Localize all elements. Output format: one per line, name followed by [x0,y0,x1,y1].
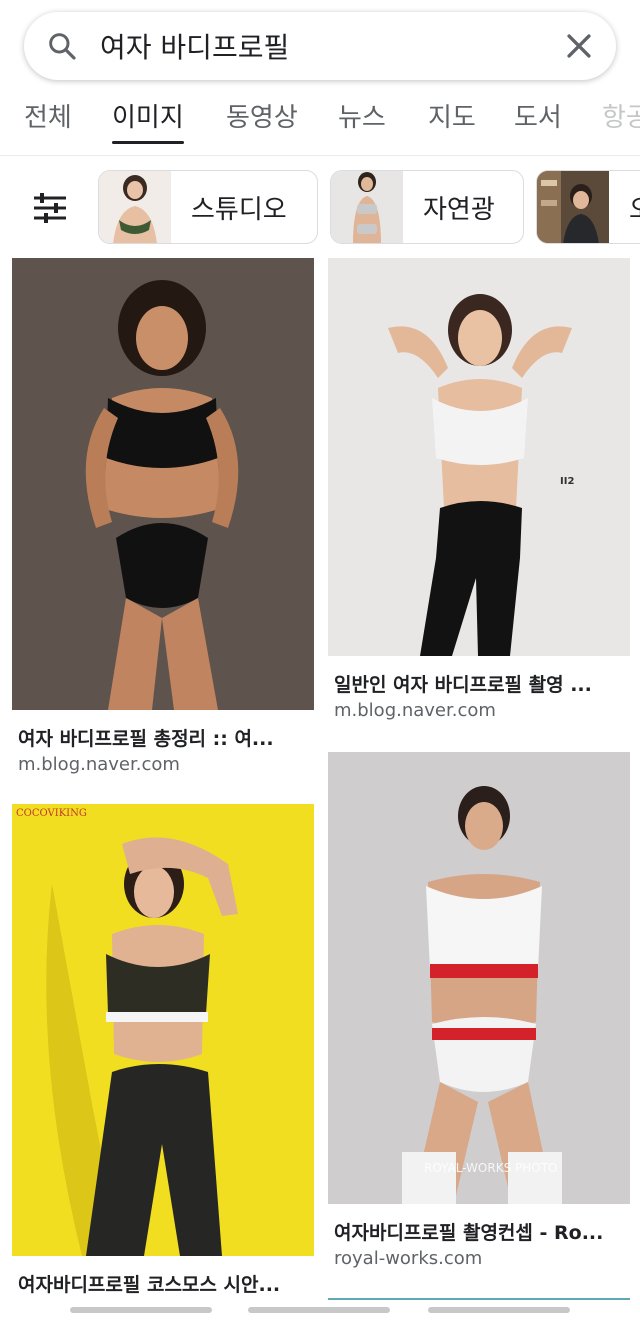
tabs-divider [0,155,640,156]
gesture-handle [248,1307,390,1313]
chip-thumbnail-image [331,171,403,243]
tab-flights[interactable]: 항공 [602,96,640,152]
result-title[interactable]: 여자 바디프로필 총정리 :: 여... [18,724,308,751]
close-icon[interactable] [562,29,596,63]
tab-videos[interactable]: 동영상 [226,96,298,152]
result-title[interactable]: 여자바디프로필 촬영컨셉 - Ro... [334,1218,626,1245]
tab-maps[interactable]: 지도 [428,96,476,152]
chip-label: 스튜디오 [191,194,287,225]
chip-thumbnail-image [99,171,171,243]
chip-natural-light[interactable]: 자연광 [330,170,524,244]
result-source: m.blog.naver.com [18,754,180,775]
result-source: royal-works.com [334,1248,483,1269]
gesture-handle [428,1307,570,1313]
watermark-brand: COCOVIKING [16,808,87,819]
watermark-logo: II2 [560,476,574,487]
result-image[interactable]: COCOVIKING [12,804,314,1256]
image-search-page: 전체 이미지 동영상 뉴스 지도 도서 항공 스튜디오 [0,0,640,1323]
search-input[interactable] [100,29,562,63]
tune-icon[interactable] [32,192,68,224]
chip-thumbnail-image [537,171,609,243]
result-title[interactable]: 여자바디프로필 코스모스 시안... [18,1270,314,1297]
image-result[interactable]: COCOVIKING 여자바디프로필 코스모스 시안... [12,804,314,1297]
search-icon[interactable] [46,30,78,62]
result-title[interactable]: 일반인 여자 바디프로필 촬영 ... [334,670,626,697]
chip-label: 오 [609,189,640,226]
watermark-text: ROYAL-WORKS PHOTO [424,1161,557,1175]
filter-chips: 스튜디오 자연광 오 [0,170,640,246]
search-bar [24,12,616,80]
chip-studio[interactable]: 스튜디오 [98,170,318,244]
result-image[interactable]: ROYAL-WORKS PHOTO [328,752,630,1204]
search-box[interactable] [24,12,616,80]
result-source: m.blog.naver.com [334,700,496,721]
image-result[interactable]: ROYAL-WORKS PHOTO 여자바디프로필 촬영컨셉 - Ro... r… [328,752,630,1300]
image-result[interactable]: 여자 바디프로필 총정리 :: 여... m.blog.naver.com [12,258,314,778]
result-image[interactable] [12,258,314,710]
chip-label: 자연광 [423,194,495,225]
tab-images[interactable]: 이미지 [112,96,184,152]
search-tabs: 전체 이미지 동영상 뉴스 지도 도서 항공 [0,96,640,152]
result-image[interactable]: II2 [328,258,630,656]
chip-more[interactable]: 오 [536,170,640,244]
tab-all[interactable]: 전체 [24,96,72,152]
tab-books[interactable]: 도서 [514,96,562,152]
tab-news[interactable]: 뉴스 [338,96,386,152]
gesture-handle [70,1307,212,1313]
image-result[interactable]: II2 일반인 여자 바디프로필 촬영 ... m.blog.naver.com [328,258,630,728]
result-divider [328,1298,630,1300]
